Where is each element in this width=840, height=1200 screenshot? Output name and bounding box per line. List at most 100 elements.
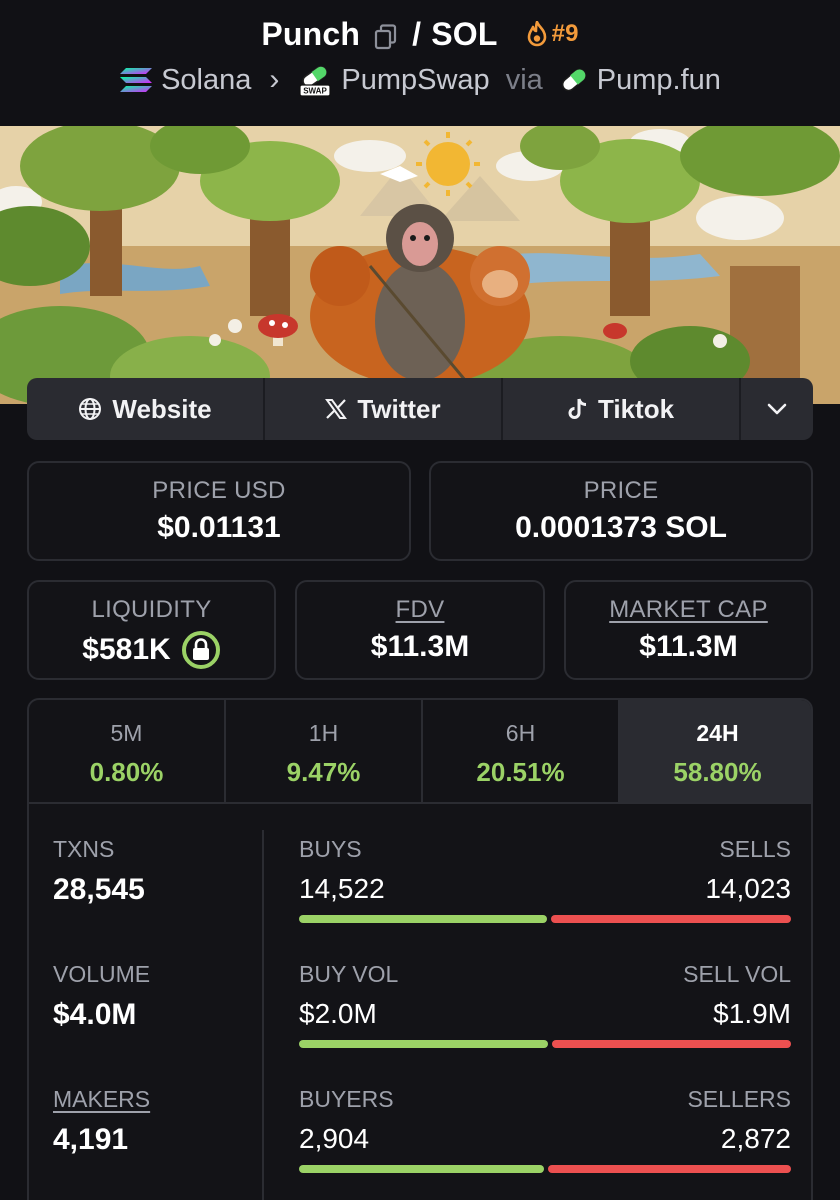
buyers-sellers-row: BUYERS SELLERS 2,904 2,872 (299, 1086, 791, 1173)
solana-icon (120, 68, 153, 92)
buyers-value: 2,904 (299, 1123, 370, 1154)
globe-icon (79, 398, 102, 420)
price-change-value: 9.47% (286, 757, 361, 787)
buy-vol-bar (299, 1040, 548, 1048)
sells-value: 14,023 (705, 873, 791, 904)
sell-vol-label: SELL VOL (683, 961, 791, 987)
chain-breadcrumb: Solana › SWAP PumpSwap via Pump.fun (0, 60, 840, 100)
tab-1h[interactable]: 1H 9.47% (226, 700, 423, 802)
more-links-button[interactable] (741, 378, 813, 440)
sell-vol-bar (552, 1040, 791, 1048)
makers-label[interactable]: MAKERS (53, 1086, 150, 1113)
tab-24h[interactable]: 24H 58.80% (620, 700, 811, 802)
social-links-bar: Website Twitter Tiktok (27, 378, 813, 440)
makers-stat: MAKERS 4,191 (53, 1086, 150, 1157)
fdv-card[interactable]: FDV $11.3M (295, 580, 545, 680)
tiktok-link[interactable]: Tiktok (503, 378, 741, 440)
tiktok-icon (568, 398, 587, 419)
tab-5m[interactable]: 5M 0.80% (29, 700, 226, 802)
price-usd-value: $0.01131 (157, 511, 281, 544)
price-change-value: 58.80% (673, 757, 762, 787)
website-label: Website (112, 393, 212, 424)
tab-label: 24H (696, 720, 739, 746)
pair-separator: / (412, 15, 422, 52)
chain-name: Solana (161, 63, 252, 96)
column-divider (262, 830, 264, 1200)
token-header: Punch / SOL #9 Solana › SWAP PumpSwap vi… (0, 0, 840, 126)
buy-sell-volume-row: BUY VOL SELL VOL $2.0M $1.9M (299, 961, 791, 1048)
price-native-card: PRICE 0.0001373 SOL (429, 461, 813, 561)
buys-sells-ratio-bar (299, 915, 791, 923)
market-cap-card[interactable]: MARKET CAP $11.3M (564, 580, 813, 680)
volume-label: VOLUME (53, 961, 151, 987)
liquidity-label: LIQUIDITY (91, 596, 212, 623)
trading-stats-panel: 5M 0.80% 1H 9.47% 6H 20.51% 24H 58.80% T… (27, 698, 813, 1200)
swap-badge-text: SWAP (304, 87, 328, 96)
pair-title: Punch / SOL #9 (0, 14, 840, 54)
sellers-label: SELLERS (687, 1086, 791, 1112)
liquidity-card: LIQUIDITY $581K (27, 580, 276, 680)
volume-value: $4.0M (53, 998, 137, 1031)
buy-sell-volume-ratio-bar (299, 1040, 791, 1048)
buyers-bar (299, 1165, 544, 1173)
pumpswap-icon: SWAP (299, 66, 331, 97)
quote-symbol: SOL (431, 15, 498, 52)
fdv-value: $11.3M (370, 630, 470, 663)
twitter-link[interactable]: Twitter (265, 378, 503, 440)
tab-label: 1H (308, 720, 339, 746)
token-symbol: Punch (261, 15, 361, 52)
liquidity-value-row: $581K (29, 630, 274, 670)
buys-bar (299, 915, 547, 923)
buy-vol-value: $2.0M (299, 998, 377, 1029)
volume-stat: VOLUME $4.0M (53, 961, 150, 1032)
chevron-down-icon (767, 403, 787, 415)
pumpfun-pill-icon (561, 68, 586, 92)
twitter-label: Twitter (357, 393, 441, 424)
buys-value: 14,522 (299, 873, 385, 904)
buyers-sellers-ratio-bar (299, 1165, 791, 1173)
x-logo-icon (325, 399, 348, 419)
launchpad-link[interactable]: Pump.fun (559, 64, 721, 97)
trending-rank-badge[interactable]: #9 (526, 20, 579, 48)
buys-label: BUYS (299, 836, 362, 862)
makers-value: 4,191 (53, 1123, 129, 1156)
liquidity-value: $581K (82, 633, 171, 666)
launchpad-name: Pump.fun (596, 63, 721, 96)
timeframe-tabs: 5M 0.80% 1H 9.47% 6H 20.51% 24H 58.80% (29, 700, 811, 804)
tab-label: 6H (505, 720, 536, 746)
tab-label: 5M (110, 720, 143, 746)
lock-icon[interactable] (181, 630, 221, 670)
rank-value: #9 (551, 20, 579, 47)
buyers-label: BUYERS (299, 1086, 394, 1112)
token-banner-image (0, 126, 840, 404)
via-label: via (505, 63, 543, 96)
website-link[interactable]: Website (27, 378, 265, 440)
price-usd-label: PRICE USD (152, 477, 286, 504)
price-change-value: 20.51% (476, 757, 565, 787)
buy-vol-label: BUY VOL (299, 961, 399, 987)
market-cap-value: $11.3M (639, 630, 738, 663)
chevron-right-icon: › (269, 63, 280, 96)
dex-link[interactable]: SWAP PumpSwap (297, 63, 490, 97)
sellers-bar (548, 1165, 791, 1173)
copy-icon[interactable] (374, 21, 398, 50)
txns-value: 28,545 (53, 873, 145, 906)
dex-name: PumpSwap (341, 63, 490, 96)
price-native-label: PRICE (583, 477, 659, 504)
sellers-value: 2,872 (720, 1123, 791, 1154)
sell-vol-value: $1.9M (713, 998, 791, 1029)
price-usd-card: PRICE USD $0.01131 (27, 461, 411, 561)
price-change-value: 0.80% (89, 757, 164, 787)
fdv-label[interactable]: FDV (297, 596, 543, 624)
buys-sells-row: BUYS SELLS 14,522 14,023 (299, 836, 791, 923)
flame-icon (527, 21, 546, 47)
sells-bar (551, 915, 791, 923)
txns-label: TXNS (53, 836, 115, 862)
tab-6h[interactable]: 6H 20.51% (423, 700, 620, 802)
txns-stat: TXNS 28,545 (53, 836, 145, 907)
chain-link[interactable]: Solana (119, 64, 251, 97)
market-cap-label[interactable]: MARKET CAP (566, 596, 811, 624)
price-native-value: 0.0001373 SOL (515, 511, 727, 544)
sells-label: SELLS (719, 836, 791, 862)
tiktok-label: Tiktok (597, 393, 675, 424)
